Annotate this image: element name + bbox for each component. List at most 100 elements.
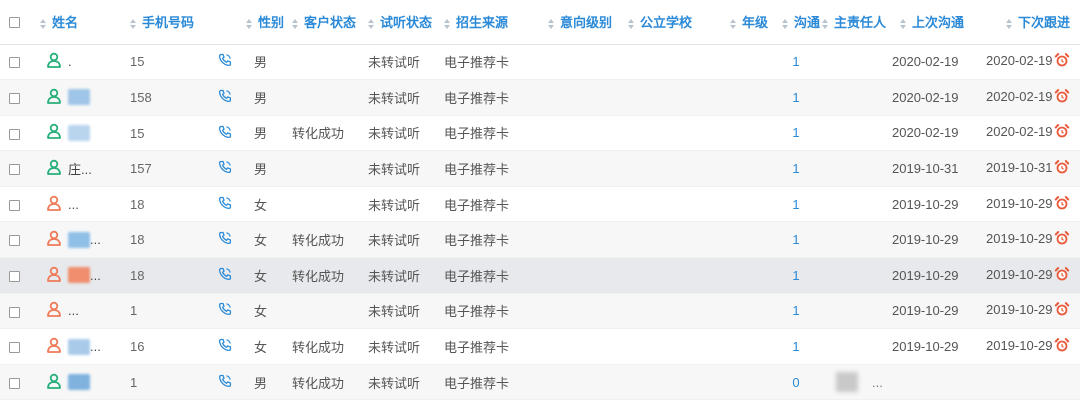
row-checkbox[interactable] bbox=[9, 199, 20, 211]
contact-count[interactable]: 1 bbox=[770, 293, 822, 330]
select-all-checkbox-cell[interactable] bbox=[0, 0, 34, 45]
phone-call-icon[interactable] bbox=[218, 267, 232, 284]
sort-icon[interactable] bbox=[628, 18, 634, 29]
customer-name-cell[interactable] bbox=[34, 115, 130, 152]
phone-call-icon[interactable] bbox=[218, 374, 232, 391]
column-header-source[interactable]: 招生来源 bbox=[444, 0, 528, 45]
phone-call-icon[interactable] bbox=[218, 125, 232, 142]
row-checkbox[interactable] bbox=[9, 235, 20, 247]
contact-count[interactable]: 1 bbox=[770, 221, 822, 259]
alarm-clock-icon[interactable] bbox=[1054, 52, 1070, 71]
customer-name-cell[interactable]: ... bbox=[34, 293, 130, 330]
contact-count[interactable]: 1 bbox=[770, 115, 822, 152]
table-row[interactable]: 158 男 未转试听 电子推荐卡 1 2020-02-19 2020-02-19 bbox=[0, 79, 1080, 116]
table-row[interactable]: ... 1 女 未转试听 电子推荐卡 1 2019-10-29 2019-10-29 bbox=[0, 293, 1080, 330]
table-row[interactable]: ... 18 女转化成功 未转试听 电子推荐卡 1 2019-10-29 2019-10-29 bbox=[0, 221, 1080, 259]
customer-name-cell[interactable]: ... bbox=[34, 328, 130, 365]
phone-call-icon[interactable] bbox=[218, 53, 232, 70]
alarm-clock-icon[interactable] bbox=[1054, 123, 1070, 142]
phone-call-icon[interactable] bbox=[218, 231, 232, 248]
row-checkbox[interactable] bbox=[9, 57, 20, 69]
contact-count[interactable]: 1 bbox=[770, 79, 822, 116]
row-checkbox-cell[interactable] bbox=[0, 257, 34, 294]
alarm-clock-icon[interactable] bbox=[1054, 266, 1070, 285]
alarm-clock-icon[interactable] bbox=[1054, 159, 1070, 178]
row-checkbox-cell[interactable] bbox=[0, 293, 34, 330]
sort-icon[interactable] bbox=[822, 18, 828, 29]
row-checkbox-cell[interactable] bbox=[0, 150, 34, 187]
row-checkbox[interactable] bbox=[9, 377, 20, 389]
column-header-contact[interactable]: 沟通 bbox=[770, 0, 822, 45]
sort-icon[interactable] bbox=[900, 18, 906, 29]
customer-name-cell[interactable]: . bbox=[34, 44, 130, 81]
customer-name-cell[interactable]: 庄... bbox=[34, 150, 130, 187]
column-header-trial[interactable]: 试听状态 bbox=[368, 0, 444, 45]
contact-count[interactable]: 1 bbox=[770, 44, 822, 81]
sort-icon[interactable] bbox=[730, 18, 736, 29]
contact-count[interactable]: 1 bbox=[770, 328, 822, 365]
select-all-checkbox[interactable] bbox=[9, 17, 20, 29]
row-checkbox[interactable] bbox=[9, 306, 20, 318]
column-header-grade[interactable]: 年级 bbox=[700, 0, 770, 45]
phone-call-icon[interactable] bbox=[218, 89, 232, 106]
customer-name[interactable]: ... bbox=[90, 339, 101, 354]
phone-call-icon[interactable] bbox=[218, 338, 232, 355]
customer-name[interactable]: . bbox=[68, 54, 72, 69]
column-header-phone[interactable]: 手机号码 bbox=[130, 0, 246, 45]
customer-name[interactable]: ... bbox=[90, 232, 101, 247]
row-checkbox-cell[interactable] bbox=[0, 186, 34, 223]
row-checkbox-cell[interactable] bbox=[0, 115, 34, 152]
column-header-intent[interactable]: 意向级别 bbox=[528, 0, 614, 45]
sort-icon[interactable] bbox=[40, 18, 46, 29]
row-checkbox-cell[interactable] bbox=[0, 221, 34, 259]
phone-call-icon[interactable] bbox=[218, 160, 232, 177]
column-header-name[interactable]: 姓名 bbox=[34, 0, 130, 45]
row-checkbox-cell[interactable] bbox=[0, 328, 34, 365]
table-row[interactable]: 1 男转化成功 未转试听 电子推荐卡 0... bbox=[0, 364, 1080, 401]
table-row[interactable]: 庄... 157 男 未转试听 电子推荐卡 1 2019-10-31 2019-10-31 bbox=[0, 150, 1080, 187]
row-checkbox[interactable] bbox=[9, 128, 20, 140]
column-header-status[interactable]: 客户状态 bbox=[292, 0, 368, 45]
row-checkbox-cell[interactable] bbox=[0, 364, 34, 401]
customer-name-cell[interactable]: ... bbox=[34, 257, 130, 294]
sort-icon[interactable] bbox=[548, 18, 554, 29]
contact-count[interactable]: 1 bbox=[770, 257, 822, 294]
table-row[interactable]: 15 男转化成功 未转试听 电子推荐卡 1 2020-02-19 2020-02-19 bbox=[0, 115, 1080, 152]
customer-name-cell[interactable] bbox=[34, 79, 130, 116]
alarm-clock-icon[interactable] bbox=[1054, 337, 1070, 356]
table-row[interactable]: . 15 男 未转试听 电子推荐卡 1 2020-02-19 2020-02-19 bbox=[0, 44, 1080, 81]
alarm-clock-icon[interactable] bbox=[1054, 230, 1070, 249]
customer-name[interactable]: 庄... bbox=[68, 162, 92, 177]
customer-name[interactable]: ... bbox=[90, 268, 101, 283]
alarm-clock-icon[interactable] bbox=[1054, 195, 1070, 214]
sort-icon[interactable] bbox=[292, 18, 298, 29]
column-header-owner[interactable]: 主责任人 bbox=[822, 0, 892, 45]
customer-name-cell[interactable]: ... bbox=[34, 221, 130, 259]
row-checkbox[interactable] bbox=[9, 342, 20, 354]
table-row[interactable]: ... 18 女转化成功 未转试听 电子推荐卡 1 2019-10-29 2019-10-29 bbox=[0, 257, 1080, 294]
alarm-clock-icon[interactable] bbox=[1054, 301, 1070, 320]
sort-icon[interactable] bbox=[368, 18, 374, 29]
sort-icon[interactable] bbox=[130, 18, 136, 29]
customer-name[interactable]: ... bbox=[68, 303, 79, 318]
column-header-last[interactable]: 上次沟通 bbox=[892, 0, 976, 45]
column-header-gender[interactable]: 性别 bbox=[246, 0, 292, 45]
row-checkbox-cell[interactable] bbox=[0, 44, 34, 81]
column-header-school[interactable]: 公立学校 bbox=[614, 0, 700, 45]
row-checkbox[interactable] bbox=[9, 92, 20, 104]
sort-icon[interactable] bbox=[1006, 18, 1012, 29]
row-checkbox[interactable] bbox=[9, 164, 20, 176]
sort-icon[interactable] bbox=[782, 18, 788, 29]
contact-count[interactable]: 1 bbox=[770, 186, 822, 223]
table-row[interactable]: ... 18 女 未转试听 电子推荐卡 1 2019-10-29 2019-10-29 bbox=[0, 186, 1080, 223]
contact-count[interactable]: 0 bbox=[770, 364, 822, 401]
customer-name-cell[interactable] bbox=[34, 364, 130, 401]
customer-name[interactable]: ... bbox=[68, 197, 79, 212]
row-checkbox-cell[interactable] bbox=[0, 79, 34, 116]
column-header-next[interactable]: 下次跟进 bbox=[976, 0, 1080, 45]
row-checkbox[interactable] bbox=[9, 270, 20, 282]
phone-call-icon[interactable] bbox=[218, 196, 232, 213]
customer-name-cell[interactable]: ... bbox=[34, 186, 130, 223]
contact-count[interactable]: 1 bbox=[770, 150, 822, 187]
phone-call-icon[interactable] bbox=[218, 302, 232, 319]
